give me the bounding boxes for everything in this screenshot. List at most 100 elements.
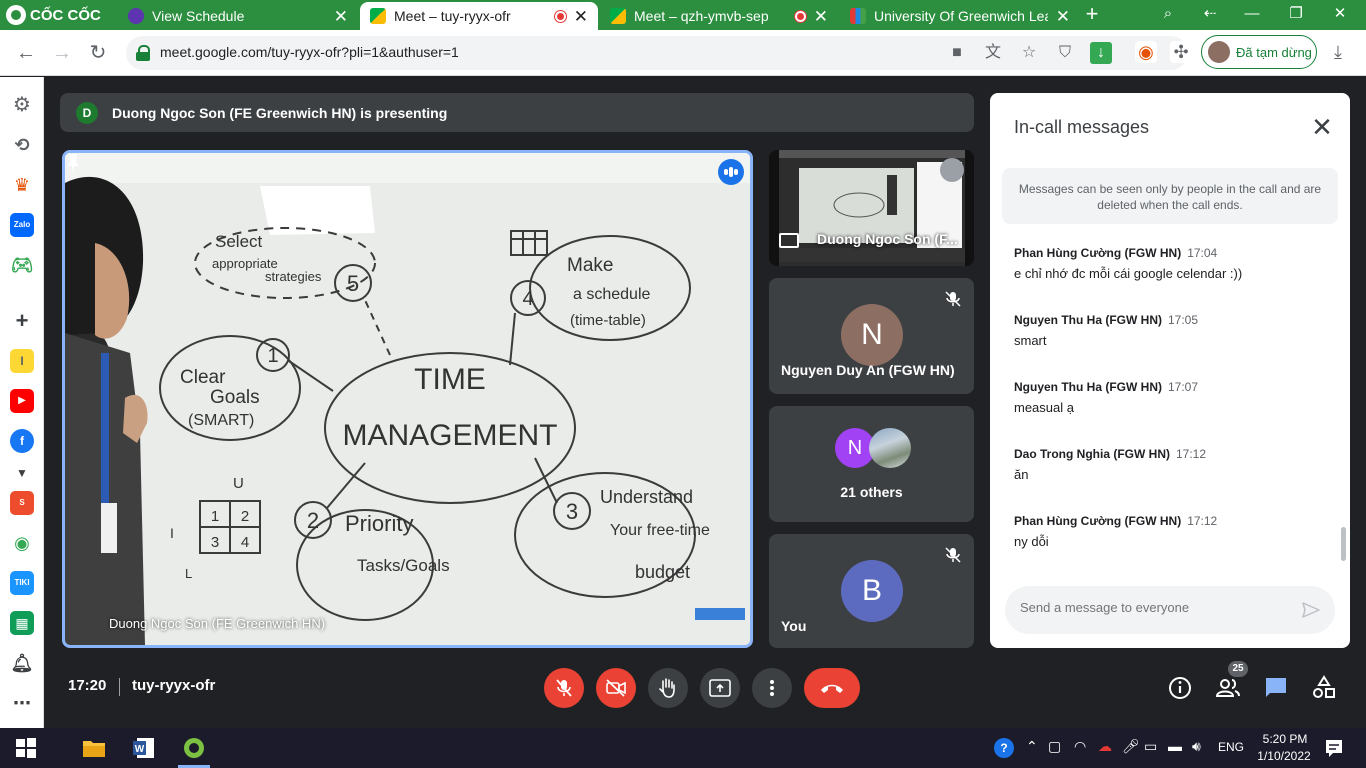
matrix-axis-u: U [233, 475, 244, 492]
meeting-details-icon[interactable] [1167, 675, 1193, 701]
url-text[interactable]: meet.google.com/tuy-ryyx-ofr?pli=1&authu… [160, 44, 459, 60]
help-icon[interactable]: ? [994, 738, 1014, 758]
notification-bell-icon[interactable]: 🔔︎ [10, 651, 34, 675]
sheets-icon[interactable]: ▦ [10, 611, 34, 635]
microphone-icon[interactable]: 🎤︎ [1122, 738, 1140, 755]
back-history-icon[interactable]: ⇠ [1194, 3, 1226, 25]
message-text: ăn [1014, 467, 1029, 482]
coccoc-extension-icon[interactable]: ◉ [1135, 41, 1157, 63]
shopee-icon[interactable]: S [10, 491, 34, 515]
coccoc-browser-icon[interactable] [182, 736, 206, 760]
participant-tile-nguyen-duy-an[interactable]: N Nguyen Duy An (FGW HN) [769, 278, 974, 394]
chat-icon[interactable] [1263, 675, 1289, 701]
others-tile[interactable]: N 21 others [769, 406, 974, 522]
chat-message-input[interactable] [1020, 600, 1280, 615]
file-explorer-icon[interactable] [82, 736, 106, 760]
close-tab-icon[interactable]: ✕ [334, 8, 348, 25]
expand-chevron-down-icon[interactable]: ▼ [10, 461, 34, 485]
taskbar-clock-time[interactable]: 5:20 PM [1260, 732, 1310, 746]
browser-logo[interactable]: CỐC CỐC [6, 4, 101, 26]
wifi-icon[interactable]: ◠ [1074, 738, 1086, 755]
close-tab-icon[interactable]: ✕ [814, 8, 828, 25]
word-icon[interactable]: W [132, 736, 156, 760]
message-sender: Dao Trong Nghia (FGW HN) [1014, 447, 1170, 461]
reload-button[interactable]: ↻ [84, 39, 112, 67]
chat-input-box[interactable] [1005, 586, 1335, 634]
raise-hand-button[interactable] [648, 668, 688, 708]
more-options-icon[interactable]: ⋯ [10, 691, 34, 715]
tile-name: You [781, 618, 807, 634]
close-icon[interactable]: ✕ [1308, 113, 1336, 141]
history-icon[interactable]: ⟲ [10, 133, 34, 157]
address-bar[interactable]: meet.google.com/tuy-ryyx-ofr?pli=1&authu… [126, 36, 1188, 70]
forward-button[interactable]: → [48, 39, 76, 67]
facebook-icon[interactable]: f [10, 429, 34, 453]
profile-paused-button[interactable]: Đã tạm dừng [1201, 35, 1317, 69]
close-tab-icon[interactable]: ✕ [1056, 8, 1070, 25]
present-now-button[interactable] [700, 668, 740, 708]
coccoc-map-icon[interactable]: ◉ [10, 531, 34, 555]
zalo-icon[interactable]: Zalo [10, 213, 34, 237]
restore-window-button[interactable]: ❐ [1280, 3, 1312, 25]
battery-icon[interactable]: ▬ [1168, 738, 1182, 754]
chat-scrollbar[interactable] [1341, 527, 1346, 561]
tiki-icon[interactable]: TIKI [10, 571, 34, 595]
tab-university-of-greenwich[interactable]: University Of Greenwich Lear ✕ [840, 2, 1080, 30]
participant-avatar: N [841, 304, 903, 366]
youtube-icon[interactable]: ▶ [10, 389, 34, 413]
notes-icon[interactable]: I [10, 349, 34, 373]
toggle-microphone-button[interactable] [544, 668, 584, 708]
more-vert-icon [770, 680, 774, 696]
tab-meet-qzh-ymvb-sep[interactable]: Meet – qzh-ymvb-sep ✕ [600, 2, 838, 30]
people-icon[interactable] [1215, 675, 1241, 701]
close-window-button[interactable]: ✕ [1324, 3, 1356, 25]
pin-icon[interactable] [65, 153, 81, 175]
taskbar-clock-date[interactable]: 1/10/2022 [1254, 749, 1314, 763]
toggle-camera-button[interactable] [596, 668, 636, 708]
screen-share-tile[interactable]: Duong Ngoc Son (F... [769, 150, 974, 266]
marker-pen [695, 608, 745, 620]
add-sidebar-item-icon[interactable]: + [10, 309, 34, 333]
tab-search-icon[interactable]: ⌕ [1152, 3, 1184, 25]
matrix-cell: 2 [241, 508, 249, 525]
show-hidden-icons-icon[interactable]: ⌃ [1026, 738, 1038, 755]
settings-gear-icon[interactable]: ⚙ [10, 93, 34, 117]
notification-center-icon[interactable] [1322, 736, 1346, 760]
self-tile[interactable]: B You [769, 534, 974, 648]
whiteboard-drawing: TIME MANAGEMENT 1 2 3 4 5 Clear Goals (S… [65, 153, 750, 645]
download-extension-icon[interactable]: ↓ [1090, 42, 1112, 64]
tab-title: Meet – qzh-ymvb-sep [634, 8, 769, 24]
back-button[interactable]: ← [12, 39, 40, 67]
bubble3-line3: budget [635, 562, 690, 582]
translate-icon[interactable]: 文 [982, 42, 1004, 64]
message-time: 17:12 [1175, 447, 1207, 461]
downloads-icon[interactable]: ⤓ [1327, 41, 1349, 63]
cloud-sync-error-icon[interactable]: ☁ [1098, 738, 1112, 755]
extensions-puzzle-icon[interactable]: ✣ [1170, 41, 1192, 63]
activities-icon[interactable] [1311, 675, 1337, 701]
meet-now-icon[interactable]: ▢ [1048, 738, 1061, 755]
crown-icon[interactable]: ♛ [10, 173, 34, 197]
tab-view-schedule[interactable]: View Schedule ✕ [118, 2, 358, 30]
close-tab-icon[interactable]: ✕ [574, 8, 588, 25]
number-1: 1 [267, 345, 278, 367]
leave-call-button[interactable] [804, 668, 860, 708]
lock-icon[interactable] [136, 45, 150, 61]
bookmark-star-icon[interactable]: ☆ [1018, 42, 1040, 64]
tab-meet-tuy-ryyx-ofr[interactable]: Meet – tuy-ryyx-ofr ✕ [360, 2, 598, 30]
windows-start-icon[interactable] [14, 736, 38, 760]
bubble3-line2: Your free-time [610, 522, 710, 539]
send-icon[interactable] [1301, 600, 1321, 620]
display-icon[interactable]: ▭ [1144, 738, 1157, 755]
tab-favicon-icon [128, 8, 144, 24]
main-presentation-tile[interactable]: TIME MANAGEMENT 1 2 3 4 5 Clear Goals (S… [62, 150, 753, 648]
presenter-figure [65, 176, 148, 645]
shield-icon[interactable]: ⛉ [1054, 42, 1076, 64]
new-tab-button[interactable]: + [1080, 2, 1104, 28]
more-options-button[interactable] [752, 668, 792, 708]
minimize-window-button[interactable]: — [1236, 3, 1268, 25]
language-indicator[interactable]: ENG [1218, 740, 1244, 754]
game-controller-icon[interactable]: 🎮︎ [10, 253, 34, 277]
camera-in-use-icon[interactable]: ■ [946, 42, 968, 64]
volume-icon[interactable]: 🔊︎ [1192, 738, 1201, 755]
